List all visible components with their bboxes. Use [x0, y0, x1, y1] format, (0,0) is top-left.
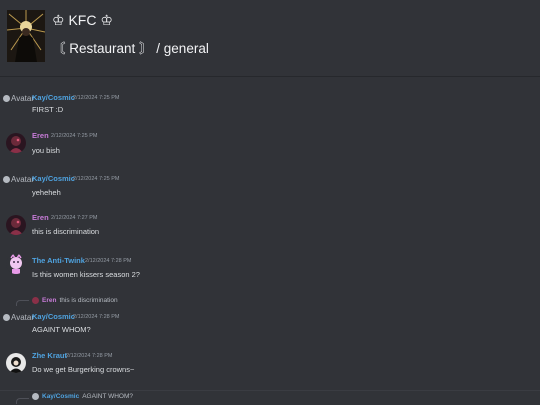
avatar[interactable]: Avatar — [3, 94, 34, 103]
username[interactable]: Kay/Cosmic — [32, 93, 75, 102]
timestamp: 2/12/2024 7:27 PM — [51, 215, 98, 221]
message-divider — [0, 390, 540, 391]
message-text: Is this women kissers season 2? — [32, 270, 140, 279]
server-name: ♔ KFC ♔ — [52, 12, 113, 28]
reply-text: AGAINT WHOM? — [82, 393, 134, 400]
reply-text: this is discrimination — [59, 297, 118, 304]
avatar[interactable]: Avatar — [3, 313, 34, 322]
message-text: you bish — [32, 146, 60, 155]
reply-connector — [16, 300, 29, 306]
server-icon[interactable] — [7, 10, 45, 62]
avatar[interactable] — [6, 353, 26, 373]
message-text: this is discrimination — [32, 227, 100, 236]
timestamp: 2/12/2024 7:25 PM — [73, 95, 120, 101]
username[interactable]: Eren — [32, 131, 49, 140]
username[interactable]: Kay/Cosmic — [32, 312, 75, 321]
channel-header: ♔ KFC ♔ 〘 Restaurant 〙 / general — [0, 0, 540, 77]
avatar-alt-text: Avatar — [11, 175, 34, 184]
message-text: yeheheh — [32, 188, 61, 197]
avatar-alt-text: Avatar — [11, 94, 34, 103]
timestamp: 2/12/2024 7:28 PM — [85, 258, 132, 264]
reply-username: Kay/Cosmic — [42, 393, 80, 400]
reply-username: Eren — [42, 297, 57, 304]
message-text: Do we get Burgerking crowns~ — [32, 365, 135, 374]
username[interactable]: Eren — [32, 213, 49, 222]
avatar[interactable] — [6, 254, 26, 274]
reply-connector — [16, 398, 29, 404]
message-text: FIRST :D — [32, 105, 64, 114]
username[interactable]: The Anti-Twink — [32, 256, 85, 265]
username[interactable]: Zhe Kraut — [32, 351, 67, 360]
avatar[interactable] — [6, 215, 26, 235]
timestamp: 2/12/2024 7:28 PM — [73, 314, 120, 320]
reply-preview[interactable]: Kay/Cosmic AGAINT WHOM? — [32, 393, 133, 400]
timestamp: 2/12/2024 7:25 PM — [51, 133, 98, 139]
avatar-alt-text: Avatar — [11, 313, 34, 322]
timestamp: 2/12/2024 7:25 PM — [73, 176, 120, 182]
reply-avatar — [32, 393, 39, 400]
avatar[interactable]: Avatar — [3, 175, 34, 184]
reply-preview[interactable]: Eren this is discrimination — [32, 297, 118, 304]
broken-image-icon — [3, 95, 10, 102]
channel-name: 〘 Restaurant 〙 / general — [52, 41, 209, 56]
broken-image-icon — [3, 314, 10, 321]
avatar[interactable] — [6, 133, 26, 153]
broken-image-icon — [3, 176, 10, 183]
message-text: AGAINT WHOM? — [32, 325, 91, 334]
timestamp: 2/12/2024 7:28 PM — [66, 353, 113, 359]
reply-avatar — [32, 297, 39, 304]
username[interactable]: Kay/Cosmic — [32, 174, 75, 183]
